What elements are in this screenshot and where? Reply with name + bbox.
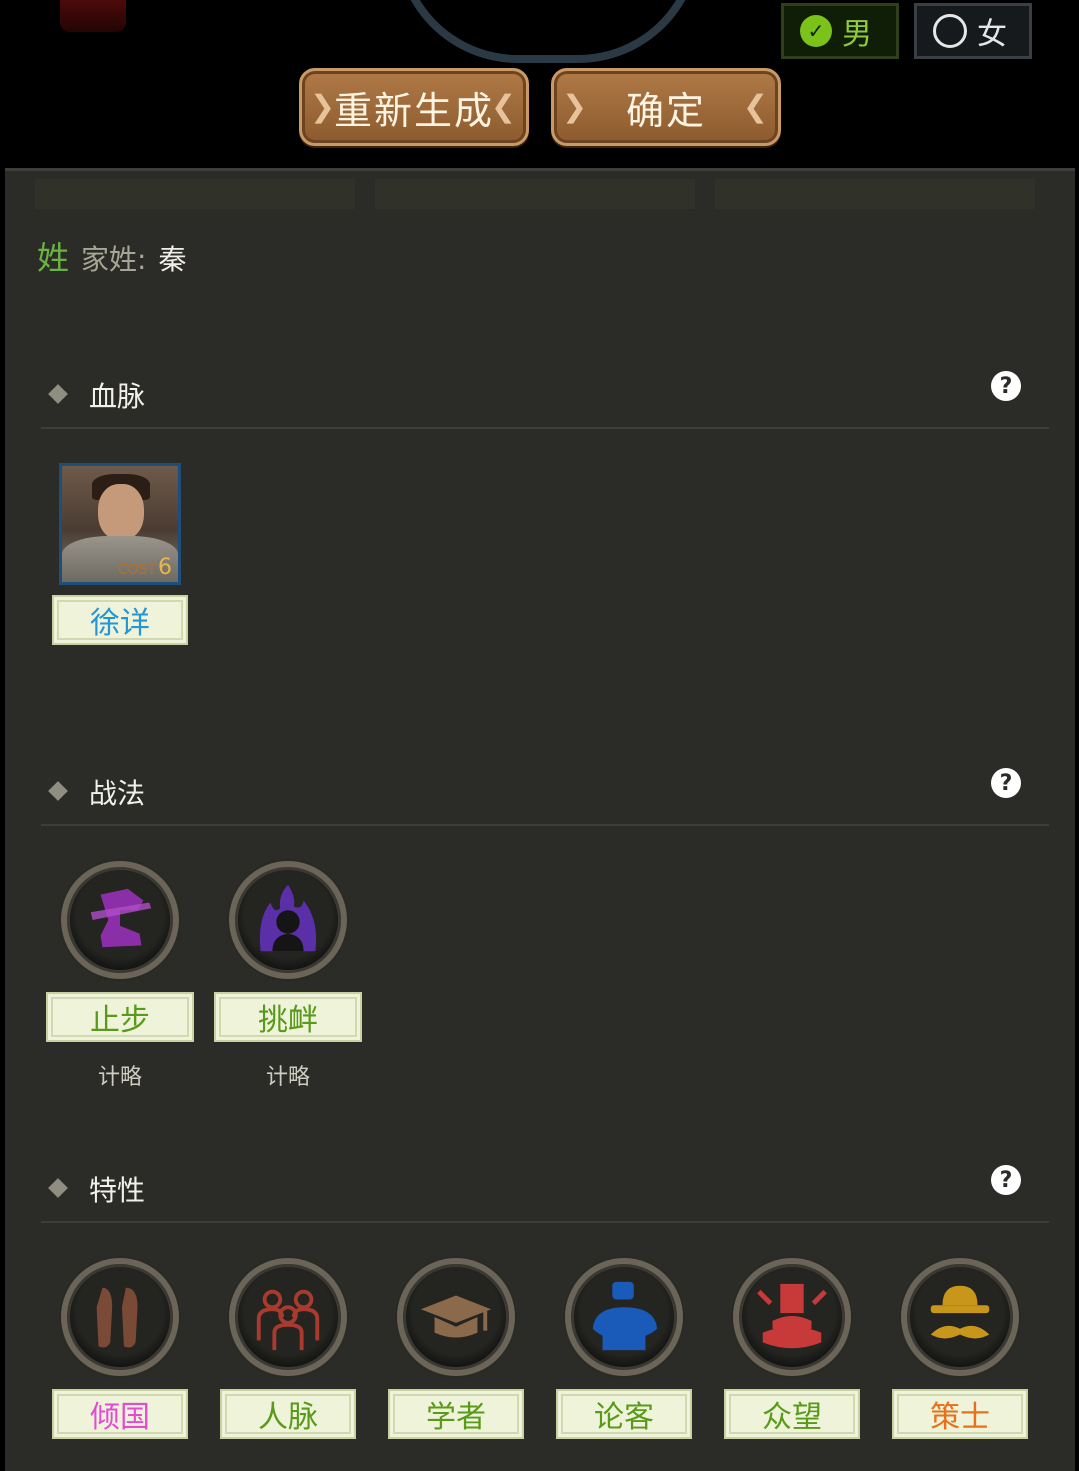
trait-name-tag[interactable]: 策士 <box>892 1389 1028 1439</box>
tactic-type: 计略 <box>265 1065 310 1090</box>
trait-name: 倾国 <box>90 1400 150 1435</box>
character-panel[interactable]: 姓 家姓: 秦 血脉 ? COST6 徐详 战法 ? 止步 挑衅 计略 计略 特… <box>5 168 1075 1471</box>
trait-name: 论客 <box>594 1400 654 1435</box>
section-bloodline: 血脉 ? <box>41 367 1049 429</box>
hat-mustache-icon[interactable] <box>901 1258 1019 1376</box>
help-icon[interactable]: ? <box>991 371 1021 401</box>
trait-name-tag[interactable]: 论客 <box>556 1389 692 1439</box>
tactic-name: 止步 <box>90 1003 150 1038</box>
podium-icon[interactable] <box>733 1258 851 1376</box>
trait-name-tag[interactable]: 人脉 <box>220 1389 356 1439</box>
diamond-icon <box>48 384 68 404</box>
section-title: 特性 <box>89 1174 146 1207</box>
section-title: 战法 <box>89 777 146 810</box>
help-icon[interactable]: ? <box>991 1165 1021 1195</box>
chevron-right-icon: ❮ <box>490 89 518 125</box>
bloodline-name: 徐详 <box>90 606 150 641</box>
surname-value: 秦 <box>158 243 187 276</box>
regenerate-label: 重新生成 <box>333 88 494 133</box>
tactic-name-tag[interactable]: 挑衅 <box>214 992 362 1042</box>
trait-name-tag[interactable]: 众望 <box>724 1389 860 1439</box>
flame-figure-icon[interactable] <box>229 861 347 979</box>
diamond-icon <box>48 1178 68 1198</box>
chevron-right-icon: ❮ <box>742 89 770 125</box>
confirm-button[interactable]: ❯ 确定 ❮ <box>551 68 781 146</box>
bloodline-name-tag[interactable]: 徐详 <box>52 595 188 645</box>
surname-row: 姓 家姓: 秦 <box>37 233 186 279</box>
trait-name-tag[interactable]: 倾国 <box>52 1389 188 1439</box>
section-traits: 特性 ? <box>41 1161 1049 1223</box>
section-tactics: 战法 ? <box>41 764 1049 826</box>
trait-name: 人脉 <box>258 1400 318 1435</box>
check-icon: ✓ <box>800 15 832 47</box>
boot-icon[interactable] <box>61 861 179 979</box>
people-icon[interactable] <box>229 1258 347 1376</box>
ballet-shoes-icon[interactable] <box>61 1258 179 1376</box>
gender-female-option[interactable]: 女 <box>914 3 1032 59</box>
regenerate-button[interactable]: ❯ 重新生成 ❮ <box>299 68 529 146</box>
tactic-name: 挑衅 <box>258 1003 318 1038</box>
speaker-icon[interactable] <box>565 1258 683 1376</box>
help-icon[interactable]: ? <box>991 768 1021 798</box>
trait-name: 学者 <box>426 1400 486 1435</box>
attribute-cell <box>375 179 695 209</box>
attribute-row-cutoff <box>35 179 1035 213</box>
bloodline-portrait[interactable]: COST6 <box>59 463 181 585</box>
attribute-cell <box>715 179 1035 209</box>
trait-name: 众望 <box>762 1400 822 1435</box>
trait-name: 策士 <box>930 1400 990 1435</box>
gender-male-option[interactable]: ✓ 男 <box>781 3 899 59</box>
trait-name-tag[interactable]: 学者 <box>388 1389 524 1439</box>
cost-badge: COST6 <box>117 555 172 580</box>
surname-label: 家姓: <box>81 243 147 276</box>
graduation-cap-icon[interactable] <box>397 1258 515 1376</box>
tactic-type: 计略 <box>97 1065 142 1090</box>
attribute-cell <box>35 179 355 209</box>
radio-circle-icon <box>933 14 967 48</box>
section-title: 血脉 <box>89 380 146 413</box>
gender-female-label: 女 <box>977 17 1007 52</box>
tactic-name-tag[interactable]: 止步 <box>46 992 194 1042</box>
diamond-icon <box>48 781 68 801</box>
chevron-left-icon: ❯ <box>562 89 590 125</box>
surname-mark: 姓 <box>37 239 70 277</box>
gender-male-label: 男 <box>842 17 872 52</box>
top-red-decoration <box>60 0 126 32</box>
portrait-face <box>98 484 144 540</box>
chevron-left-icon: ❯ <box>310 89 338 125</box>
confirm-label: 确定 <box>625 88 706 133</box>
dragon-emblem <box>395 0 701 63</box>
